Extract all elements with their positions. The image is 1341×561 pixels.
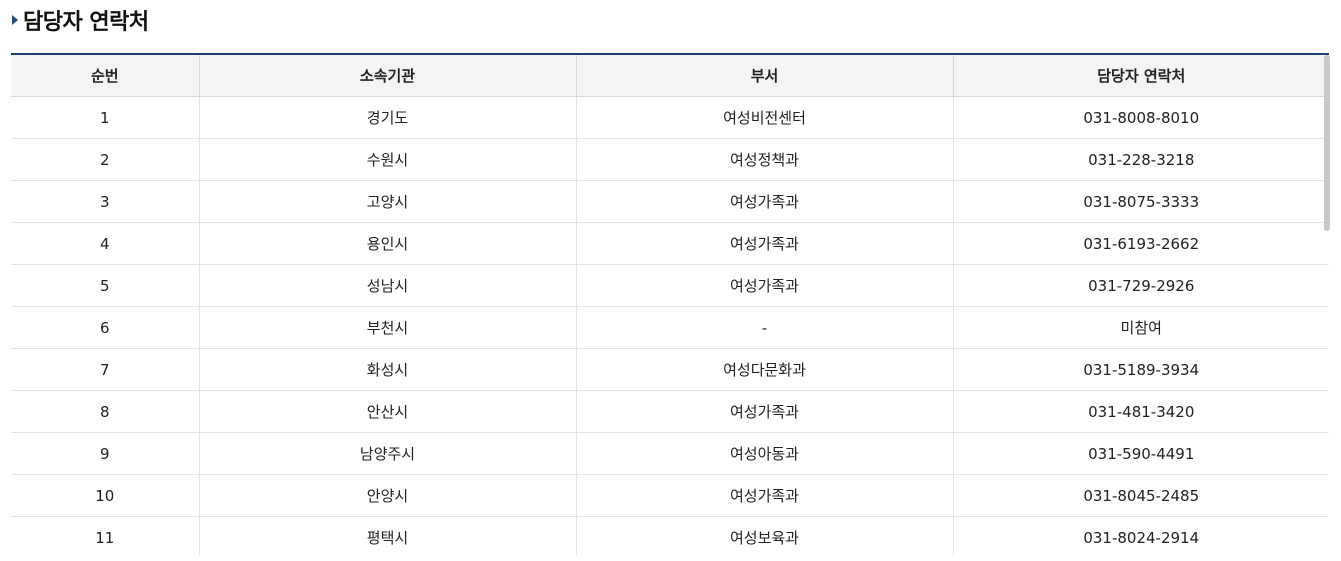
header-number: 순번 (11, 55, 200, 97)
cell-organization: 남양주시 (199, 432, 577, 475)
cell-department: 여성비전센터 (576, 96, 954, 139)
cell-number: 6 (11, 306, 200, 349)
cell-organization: 평택시 (199, 516, 577, 555)
cell-contact: 031-8008-8010 (953, 96, 1329, 139)
table-row: 1 경기도 여성비전센터 031-8008-8010 (11, 96, 1329, 139)
cell-department: 여성다문화과 (576, 348, 954, 391)
table-row: 7 화성시 여성다문화과 031-5189-3934 (11, 348, 1329, 391)
cell-number: 3 (11, 180, 200, 223)
cell-number: 5 (11, 264, 200, 307)
section-title: 담당자 연락처 (12, 4, 149, 36)
table-row: 9 남양주시 여성아동과 031-590-4491 (11, 432, 1329, 475)
page-title: 담당자 연락처 (23, 10, 149, 35)
cell-organization: 성남시 (199, 264, 577, 307)
cell-number: 11 (11, 516, 200, 555)
header-contact: 담당자 연락처 (953, 55, 1329, 97)
table-header-row: 순번 소속기관 부서 담당자 연락처 (11, 55, 1329, 97)
triangle-right-icon (12, 15, 18, 25)
table-row: 6 부천시 - 미참여 (11, 306, 1329, 349)
cell-number: 10 (11, 474, 200, 517)
table-row: 4 용인시 여성가족과 031-6193-2662 (11, 222, 1329, 265)
table-row: 5 성남시 여성가족과 031-729-2926 (11, 264, 1329, 307)
cell-number: 1 (11, 96, 200, 139)
cell-organization: 안산시 (199, 390, 577, 433)
cell-number: 2 (11, 138, 200, 181)
cell-organization: 부천시 (199, 306, 577, 349)
vertical-scrollbar[interactable] (1324, 55, 1330, 231)
cell-contact: 031-729-2926 (953, 264, 1329, 307)
cell-contact: 031-8024-2914 (953, 516, 1329, 555)
cell-contact: 031-6193-2662 (953, 222, 1329, 265)
header-organization: 소속기관 (199, 55, 577, 97)
cell-department: 여성정책과 (576, 138, 954, 181)
cell-department: 여성아동과 (576, 432, 954, 475)
cell-contact: 031-8045-2485 (953, 474, 1329, 517)
cell-number: 4 (11, 222, 200, 265)
cell-department: 여성가족과 (576, 264, 954, 307)
cell-organization: 고양시 (199, 180, 577, 223)
table-row: 10 안양시 여성가족과 031-8045-2485 (11, 474, 1329, 517)
cell-organization: 경기도 (199, 96, 577, 139)
contact-table: 순번 소속기관 부서 담당자 연락처 1 경기도 여성비전센터 031-8008… (11, 55, 1329, 555)
cell-number: 9 (11, 432, 200, 475)
cell-department: 여성가족과 (576, 180, 954, 223)
cell-department: 여성가족과 (576, 390, 954, 433)
contact-table-container: 순번 소속기관 부서 담당자 연락처 1 경기도 여성비전센터 031-8008… (11, 53, 1329, 555)
cell-department: 여성가족과 (576, 474, 954, 517)
cell-department: 여성보육과 (576, 516, 954, 555)
cell-number: 7 (11, 348, 200, 391)
cell-organization: 화성시 (199, 348, 577, 391)
cell-organization: 수원시 (199, 138, 577, 181)
cell-contact: 031-481-3420 (953, 390, 1329, 433)
cell-contact: 031-228-3218 (953, 138, 1329, 181)
cell-department: 여성가족과 (576, 222, 954, 265)
cell-organization: 용인시 (199, 222, 577, 265)
table-row: 11 평택시 여성보육과 031-8024-2914 (11, 516, 1329, 555)
table-row: 2 수원시 여성정책과 031-228-3218 (11, 138, 1329, 181)
cell-number: 8 (11, 390, 200, 433)
cell-contact: 미참여 (953, 306, 1329, 349)
table-row: 3 고양시 여성가족과 031-8075-3333 (11, 180, 1329, 223)
header-department: 부서 (576, 55, 954, 97)
cell-department: - (576, 306, 954, 349)
cell-contact: 031-590-4491 (953, 432, 1329, 475)
cell-organization: 안양시 (199, 474, 577, 517)
cell-contact: 031-8075-3333 (953, 180, 1329, 223)
cell-contact: 031-5189-3934 (953, 348, 1329, 391)
table-row: 8 안산시 여성가족과 031-481-3420 (11, 390, 1329, 433)
